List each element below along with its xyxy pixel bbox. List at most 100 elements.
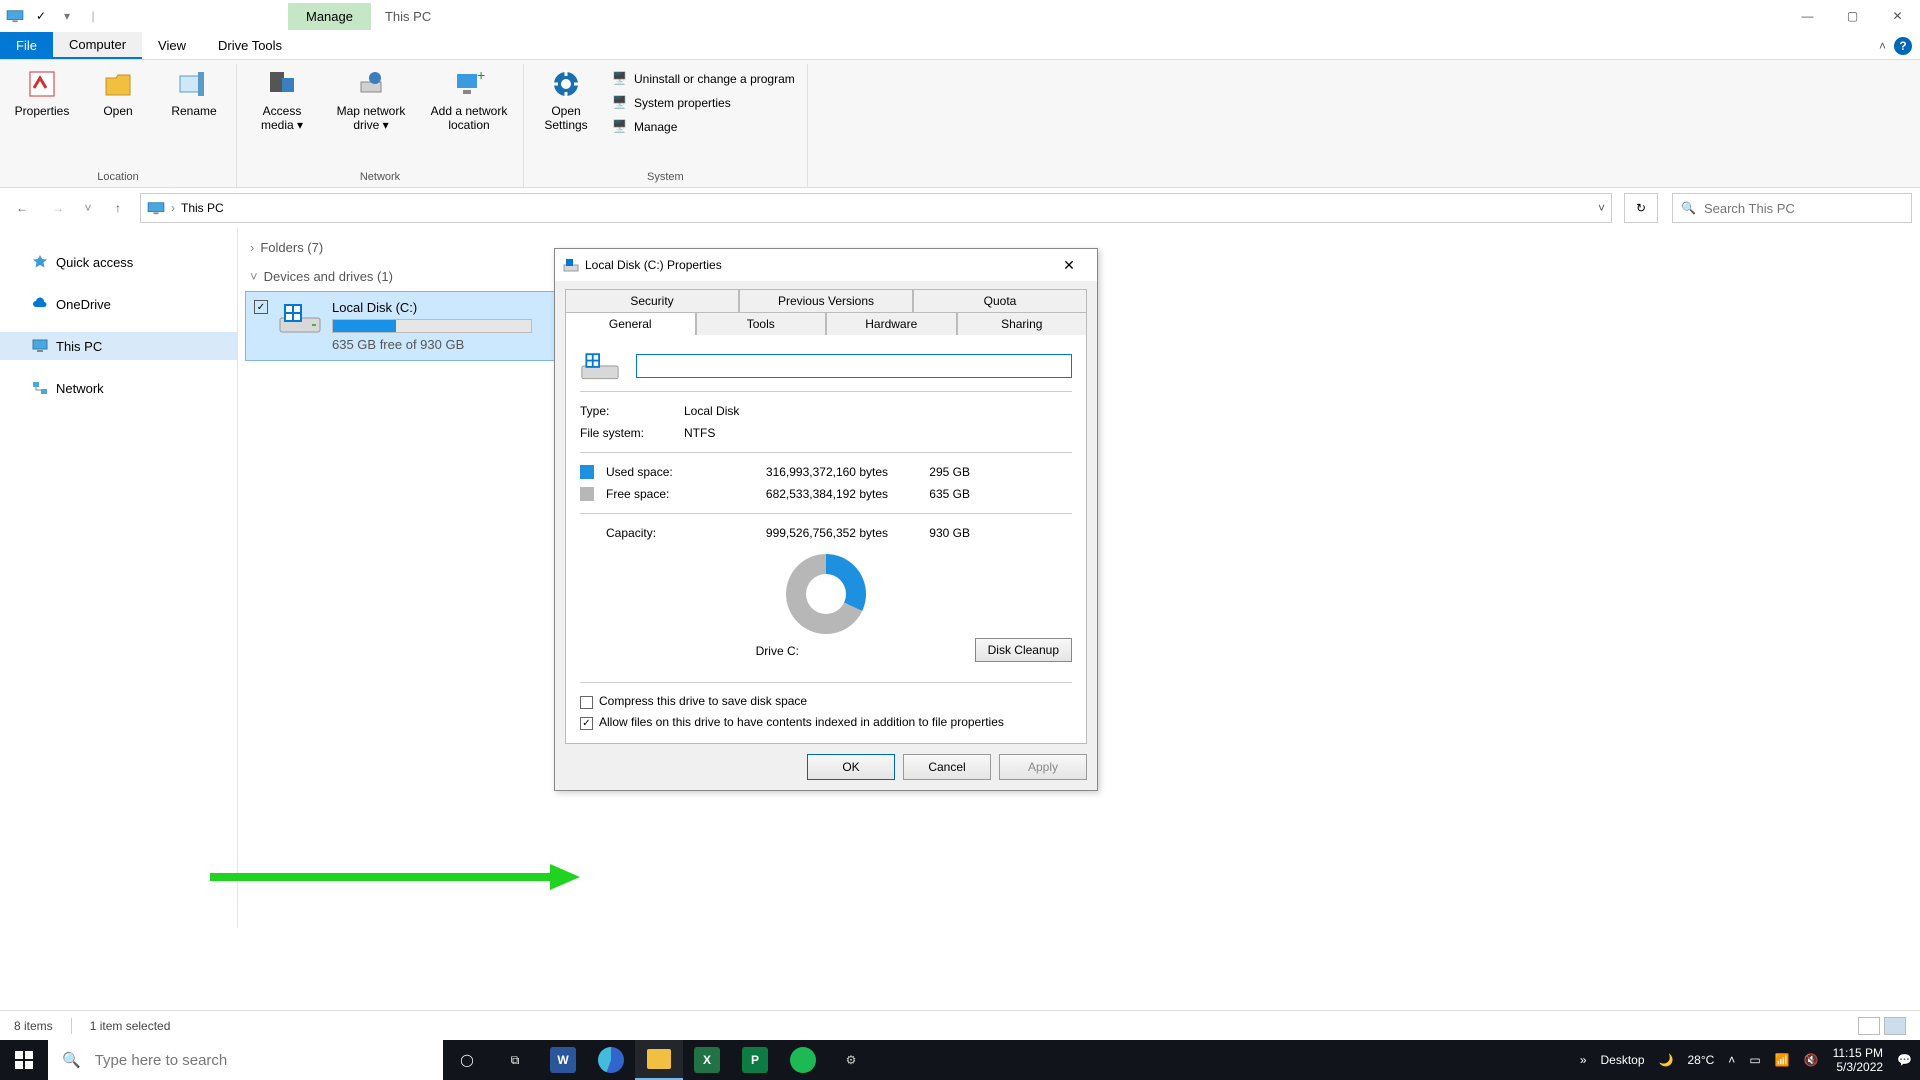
rename-button[interactable]: Rename bbox=[160, 64, 228, 118]
tab-file[interactable]: File bbox=[0, 32, 53, 59]
nav-quick-access[interactable]: Quick access bbox=[0, 248, 237, 276]
used-bytes: 316,993,372,160 bytes bbox=[718, 465, 888, 479]
drive-name-input[interactable] bbox=[636, 354, 1072, 378]
access-media-button[interactable]: Access media ▾ bbox=[245, 64, 319, 133]
address-bar[interactable]: › This PC ˅ bbox=[140, 193, 1612, 223]
view-large-button[interactable] bbox=[1884, 1017, 1906, 1035]
disk-cleanup-button[interactable]: Disk Cleanup bbox=[975, 638, 1072, 662]
index-checkbox[interactable]: ✓ Allow files on this drive to have cont… bbox=[580, 712, 1072, 733]
close-button[interactable]: ✕ bbox=[1875, 0, 1920, 32]
battery-icon[interactable]: ▭ bbox=[1749, 1053, 1760, 1067]
checkbox-icon[interactable]: ✓ bbox=[30, 5, 52, 27]
used-gb: 295 GB bbox=[900, 465, 970, 479]
volume-icon[interactable]: 🔇 bbox=[1804, 1053, 1819, 1067]
compress-checkbox[interactable]: Compress this drive to save disk space bbox=[580, 691, 1072, 712]
wifi-icon[interactable]: 📶 bbox=[1775, 1053, 1790, 1067]
edge-icon[interactable] bbox=[587, 1040, 635, 1080]
nav-pane: Quick access OneDrive This PC Network bbox=[0, 228, 238, 928]
forward-button[interactable]: → bbox=[44, 194, 72, 222]
task-view-icon[interactable]: ⧉ bbox=[491, 1040, 539, 1080]
breadcrumb-thispc[interactable]: This PC bbox=[181, 201, 224, 215]
search-box[interactable]: 🔍 bbox=[1672, 193, 1912, 223]
weather-icon[interactable]: 🌙 bbox=[1659, 1053, 1674, 1067]
nav-onedrive[interactable]: OneDrive bbox=[0, 290, 237, 318]
tab-computer[interactable]: Computer bbox=[53, 32, 142, 59]
ribbon: Properties Open Rename Location Access m… bbox=[0, 60, 1920, 188]
tab-previous-versions[interactable]: Previous Versions bbox=[739, 289, 913, 312]
taskbar-search[interactable]: 🔍 Type here to search bbox=[48, 1040, 443, 1080]
address-dropdown-icon[interactable]: ˅ bbox=[1598, 201, 1605, 215]
cloud-icon bbox=[32, 296, 48, 312]
tab-quota[interactable]: Quota bbox=[913, 289, 1087, 312]
publisher-icon[interactable]: P bbox=[731, 1040, 779, 1080]
dropdown-icon[interactable]: ▾ bbox=[56, 5, 78, 27]
drive-icon bbox=[278, 300, 322, 336]
tab-security[interactable]: Security bbox=[565, 289, 739, 312]
free-bytes: 682,533,384,192 bytes bbox=[718, 487, 888, 501]
uninstall-button[interactable]: 🖥️Uninstall or change a program bbox=[608, 68, 799, 90]
ok-button[interactable]: OK bbox=[807, 754, 895, 780]
recent-dropdown[interactable]: ˅ bbox=[80, 194, 96, 222]
back-button[interactable]: ← bbox=[8, 194, 36, 222]
cap-bytes: 999,526,756,352 bytes bbox=[718, 526, 888, 540]
excel-icon[interactable]: X bbox=[683, 1040, 731, 1080]
system-properties-button[interactable]: 🖥️System properties bbox=[608, 92, 799, 114]
search-input[interactable] bbox=[1704, 201, 1903, 216]
ribbon-group-network: Access media ▾ Map network drive ▾ + Add… bbox=[237, 64, 524, 187]
dialog-close-button[interactable]: ✕ bbox=[1049, 257, 1089, 274]
status-sep bbox=[71, 1018, 72, 1034]
settings-icon[interactable]: ⚙ bbox=[827, 1040, 875, 1080]
cancel-button[interactable]: Cancel bbox=[903, 754, 991, 780]
refresh-button[interactable]: ↻ bbox=[1624, 193, 1658, 223]
open-settings-button[interactable]: Open Settings bbox=[532, 64, 600, 133]
pc-icon bbox=[32, 338, 48, 354]
cortana-icon[interactable]: ◯ bbox=[443, 1040, 491, 1080]
tray-overflow-icon[interactable]: » bbox=[1580, 1053, 1587, 1067]
map-drive-label: Map network drive ▾ bbox=[327, 104, 415, 133]
temperature[interactable]: 28°C bbox=[1687, 1053, 1714, 1067]
nav-network[interactable]: Network bbox=[0, 374, 237, 402]
manage-button[interactable]: 🖥️Manage bbox=[608, 116, 799, 138]
tab-sharing[interactable]: Sharing bbox=[957, 312, 1088, 335]
start-button[interactable] bbox=[0, 1040, 48, 1080]
desktop-toolbar[interactable]: Desktop bbox=[1601, 1053, 1645, 1067]
drive-checkbox[interactable]: ✓ bbox=[254, 300, 268, 314]
tab-view[interactable]: View bbox=[142, 32, 202, 59]
explorer-icon[interactable] bbox=[635, 1040, 683, 1080]
collapse-ribbon-icon[interactable]: ˄ bbox=[1879, 39, 1886, 53]
tab-tools[interactable]: Tools bbox=[696, 312, 827, 335]
tab-hardware[interactable]: Hardware bbox=[826, 312, 957, 335]
minimize-button[interactable]: — bbox=[1785, 0, 1830, 32]
type-value: Local Disk bbox=[684, 404, 739, 418]
word-icon[interactable]: W bbox=[539, 1040, 587, 1080]
up-button[interactable]: ↑ bbox=[104, 194, 132, 222]
properties-button[interactable]: Properties bbox=[8, 64, 76, 118]
drive-small-icon bbox=[563, 257, 579, 273]
open-settings-label: Open Settings bbox=[532, 104, 600, 133]
fs-value: NTFS bbox=[684, 426, 715, 440]
chevron-right-icon: › bbox=[250, 240, 254, 255]
taskbar-icons: ◯ ⧉ W X P ⚙ bbox=[443, 1040, 875, 1080]
apply-button[interactable]: Apply bbox=[999, 754, 1087, 780]
contextual-tab-manage[interactable]: Manage bbox=[288, 3, 371, 30]
ribbon-group-location: Properties Open Rename Location bbox=[0, 64, 237, 187]
maximize-button[interactable]: ▢ bbox=[1830, 0, 1875, 32]
nav-bar: ← → ˅ ↑ › This PC ˅ ↻ 🔍 bbox=[0, 188, 1920, 228]
rename-label: Rename bbox=[171, 104, 216, 118]
tab-general[interactable]: General bbox=[565, 312, 696, 335]
nav-this-pc[interactable]: This PC bbox=[0, 332, 237, 360]
tab-drive-tools[interactable]: Drive Tools bbox=[202, 32, 298, 59]
view-details-button[interactable] bbox=[1858, 1017, 1880, 1035]
help-icon[interactable]: ? bbox=[1894, 37, 1912, 55]
group-label-network: Network bbox=[245, 171, 515, 187]
search-icon: 🔍 bbox=[1681, 201, 1696, 215]
tray-chevron-icon[interactable]: ˄ bbox=[1728, 1053, 1735, 1067]
dialog-titlebar[interactable]: Local Disk (C:) Properties ✕ bbox=[555, 249, 1097, 281]
add-location-button[interactable]: + Add a network location bbox=[423, 64, 515, 133]
open-button[interactable]: Open bbox=[84, 64, 152, 118]
spotify-icon[interactable] bbox=[779, 1040, 827, 1080]
quick-access-toolbar: ✓ ▾ | bbox=[0, 5, 108, 27]
clock[interactable]: 11:15 PM 5/3/2022 bbox=[1833, 1046, 1883, 1075]
map-drive-button[interactable]: Map network drive ▾ bbox=[327, 64, 415, 133]
notifications-icon[interactable]: 💬 bbox=[1897, 1053, 1912, 1067]
